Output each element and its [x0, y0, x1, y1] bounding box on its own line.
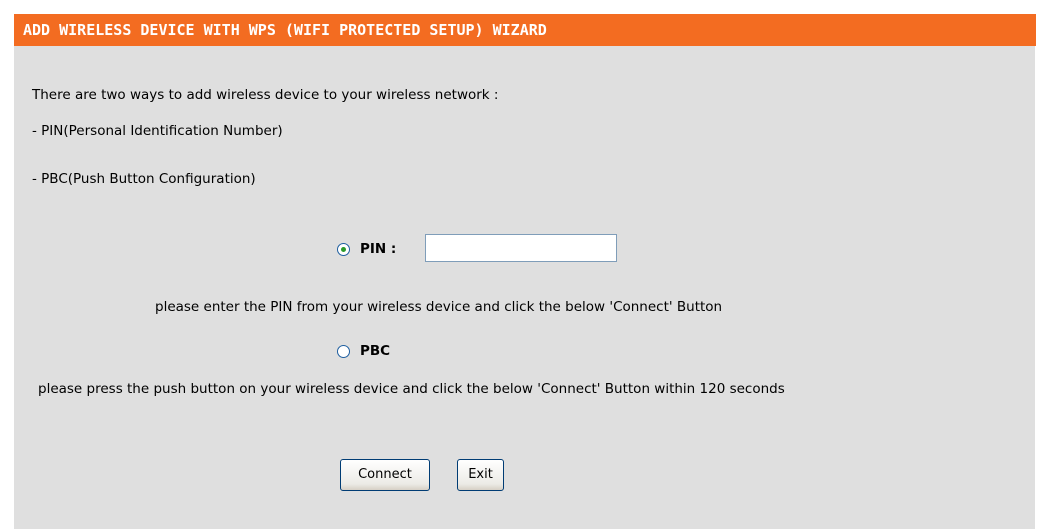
intro-text: There are two ways to add wireless devic… — [32, 87, 499, 103]
panel-title: ADD WIRELESS DEVICE WITH WPS (WIFI PROTE… — [14, 14, 1036, 46]
pbc-method-description: - PBC(Push Button Configuration) — [32, 171, 256, 187]
pin-radio-button[interactable] — [337, 242, 350, 256]
pin-option[interactable]: PIN : — [337, 241, 396, 257]
pin-input[interactable] — [425, 234, 617, 262]
pin-method-description: - PIN(Personal Identification Number) — [32, 123, 283, 139]
pbc-radio-button[interactable] — [337, 344, 350, 358]
wps-wizard-panel: ADD WIRELESS DEVICE WITH WPS (WIFI PROTE… — [13, 14, 1036, 529]
pbc-option[interactable]: PBC — [337, 343, 390, 359]
pbc-radio-label: PBC — [360, 343, 391, 359]
pbc-hint-text: please press the push button on your wir… — [38, 381, 785, 397]
pin-hint-text: please enter the PIN from your wireless … — [155, 299, 723, 315]
connect-button[interactable]: Connect — [340, 459, 430, 491]
exit-button[interactable]: Exit — [457, 459, 504, 491]
pin-radio-label: PIN : — [360, 241, 397, 257]
